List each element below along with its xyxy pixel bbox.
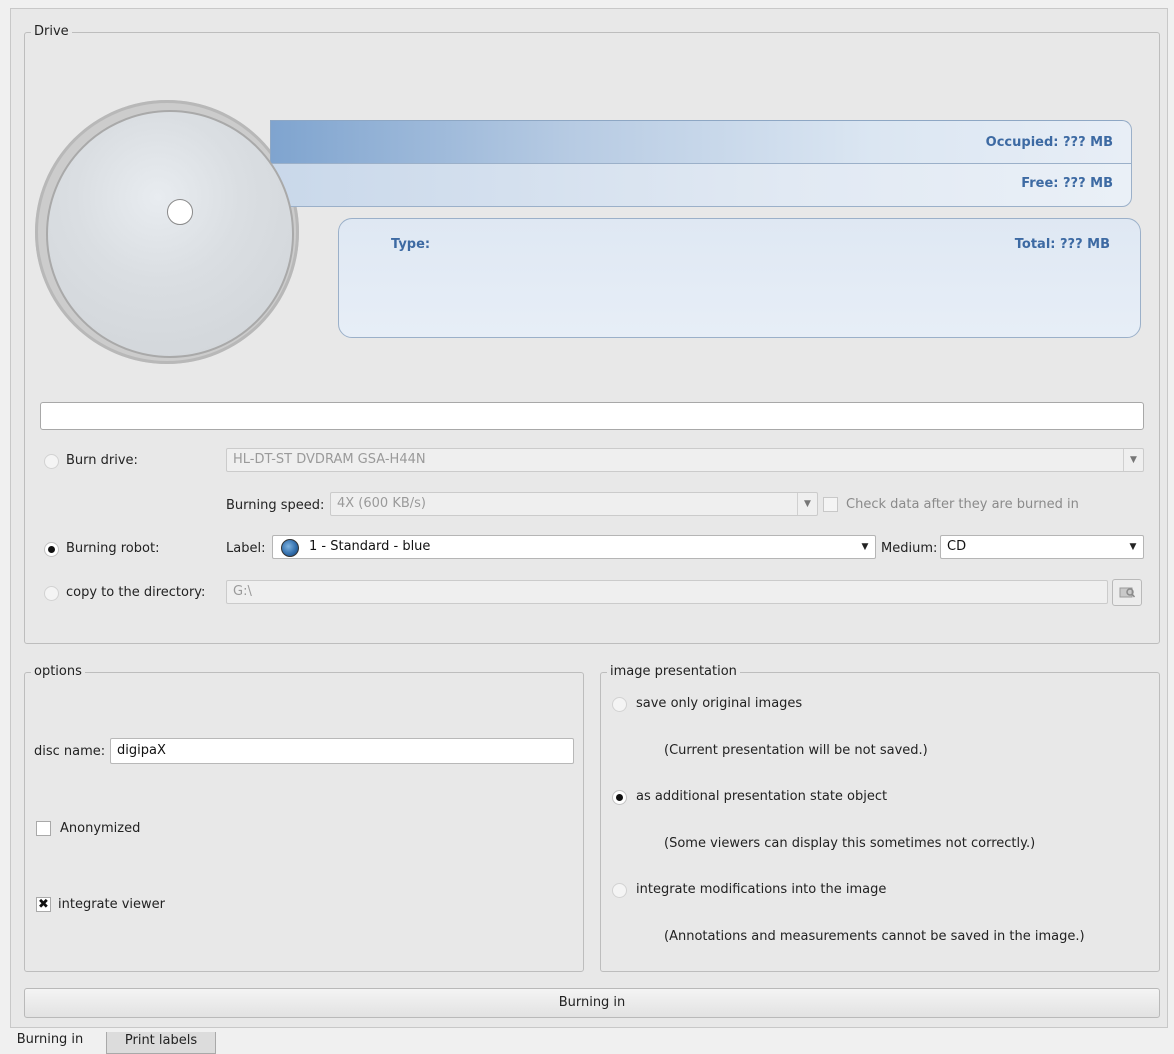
medium-select[interactable]: CD ▼ bbox=[940, 535, 1144, 559]
integrate-viewer-label: integrate viewer bbox=[58, 897, 166, 912]
burn-drive-value: HL-DT-ST DVDRAM GSA-H44N bbox=[233, 452, 426, 467]
verify-data-checkbox[interactable] bbox=[823, 497, 838, 512]
disc-hole bbox=[167, 199, 193, 225]
tab-burning-in-label: Burning in bbox=[16, 1032, 84, 1047]
burning-speed-label: Burning speed: bbox=[226, 498, 325, 513]
presentation-state-radio[interactable] bbox=[612, 790, 627, 805]
chevron-down-icon: ▼ bbox=[1129, 542, 1137, 552]
integrate-viewer-checkbox[interactable]: ✖ bbox=[36, 897, 51, 912]
burning-robot-label: Burning robot: bbox=[66, 541, 160, 556]
browse-folder-icon bbox=[1119, 587, 1136, 598]
disc-label-icon bbox=[281, 539, 299, 557]
save-original-label: save only original images bbox=[636, 696, 803, 711]
image-presentation-title: image presentation bbox=[607, 664, 740, 680]
burning-robot-radio[interactable] bbox=[44, 542, 59, 557]
image-presentation-group: image presentation bbox=[600, 664, 1160, 972]
disc-info-box: Type: Total: ??? MB bbox=[338, 218, 1141, 338]
label-value: 1 - Standard - blue bbox=[309, 539, 431, 554]
free-bar: Free: ??? MB bbox=[270, 163, 1132, 207]
drive-group-title: Drive bbox=[31, 24, 72, 40]
tab-burning-in[interactable]: Burning in bbox=[0, 1030, 100, 1054]
tab-print-labels-label: Print labels bbox=[124, 1033, 198, 1048]
medium-value: CD bbox=[947, 539, 967, 554]
medium-caption: Medium: bbox=[881, 541, 938, 556]
free-label: Free: ??? MB bbox=[1021, 176, 1113, 191]
integrate-modifications-radio[interactable] bbox=[612, 883, 627, 898]
chevron-down-icon: ▼ bbox=[861, 542, 869, 552]
burn-drive-radio[interactable] bbox=[44, 454, 59, 469]
integrate-modifications-label: integrate modifications into the image bbox=[636, 882, 887, 897]
directory-path-input[interactable]: G:\ bbox=[226, 580, 1108, 604]
options-group-title: options bbox=[31, 664, 85, 680]
anonymized-checkbox[interactable] bbox=[36, 821, 51, 836]
directory-path-value: G:\ bbox=[233, 584, 252, 599]
occupied-label: Occupied: ??? MB bbox=[985, 135, 1113, 150]
verify-data-label: Check data after they are burned in bbox=[846, 497, 1079, 512]
burn-drive-select[interactable]: HL-DT-ST DVDRAM GSA-H44N ▼ bbox=[226, 448, 1144, 472]
chevron-down-icon: ▼ bbox=[797, 493, 817, 515]
save-original-radio[interactable] bbox=[612, 697, 627, 712]
label-select[interactable]: 1 - Standard - blue ▼ bbox=[272, 535, 876, 559]
type-label: Type: bbox=[391, 237, 431, 252]
occupied-bar: Occupied: ??? MB bbox=[270, 120, 1132, 164]
disc-name-input[interactable]: digipaX bbox=[110, 738, 574, 764]
label-caption: Label: bbox=[226, 541, 266, 556]
presentation-state-label: as additional presentation state object bbox=[636, 789, 888, 804]
copy-directory-radio[interactable] bbox=[44, 586, 59, 601]
disc-icon bbox=[46, 110, 294, 358]
integrate-modifications-note: (Annotations and measurements cannot be … bbox=[664, 929, 1085, 944]
chevron-down-icon: ▼ bbox=[1123, 449, 1143, 471]
presentation-state-note: (Some viewers can display this sometimes… bbox=[664, 836, 1036, 851]
burn-button[interactable]: Burning in bbox=[24, 988, 1160, 1018]
burn-drive-label: Burn drive: bbox=[66, 453, 138, 468]
burning-speed-select[interactable]: 4X (600 KB/s) ▼ bbox=[330, 492, 818, 516]
disc-name-label: disc name: bbox=[34, 744, 106, 759]
burn-button-label: Burning in bbox=[558, 995, 626, 1010]
burning-speed-value: 4X (600 KB/s) bbox=[337, 496, 426, 511]
save-original-note: (Current presentation will be not saved.… bbox=[664, 743, 928, 758]
disc-name-value: digipaX bbox=[117, 743, 166, 758]
anonymized-label: Anonymized bbox=[60, 821, 141, 836]
burn-progress-bar bbox=[40, 402, 1144, 430]
copy-directory-label: copy to the directory: bbox=[66, 585, 206, 600]
total-label: Total: ??? MB bbox=[1014, 237, 1110, 252]
tab-print-labels[interactable]: Print labels bbox=[106, 1032, 216, 1054]
browse-directory-button[interactable] bbox=[1112, 579, 1142, 606]
